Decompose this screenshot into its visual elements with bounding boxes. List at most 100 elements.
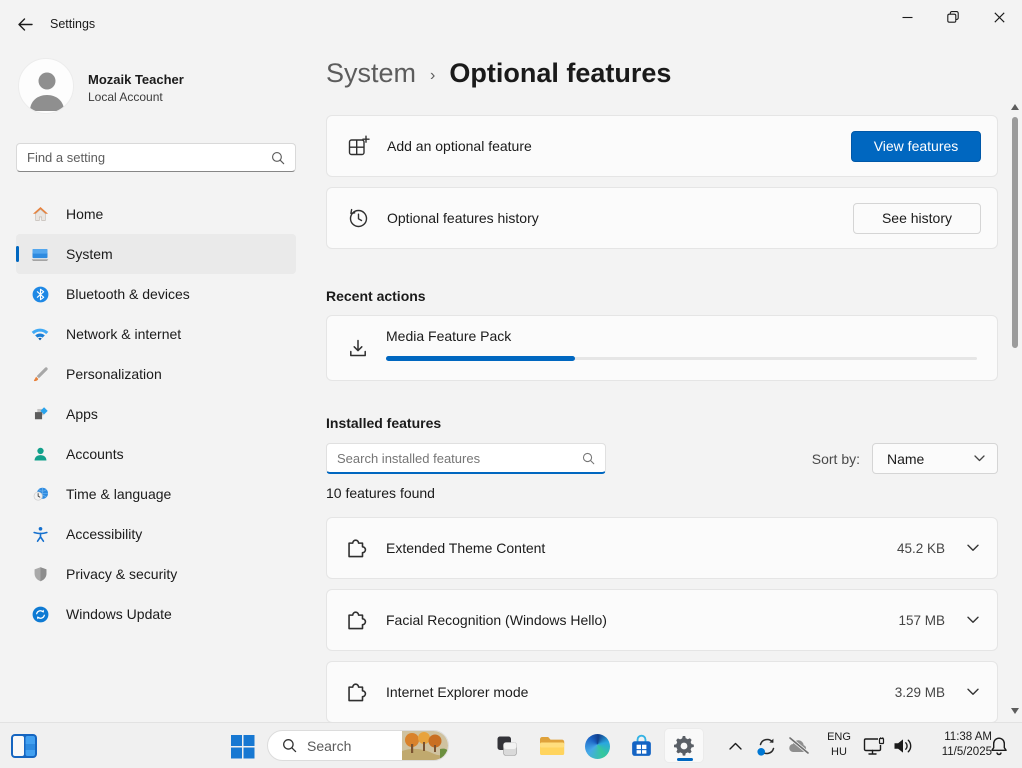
- download-icon: [346, 337, 370, 361]
- minimize-icon: [902, 12, 913, 23]
- personalization-icon: [30, 364, 50, 384]
- see-history-button[interactable]: See history: [853, 203, 981, 234]
- history-card: Optional features history See history: [326, 187, 998, 249]
- sidebar-item-accessibility[interactable]: Accessibility: [16, 514, 296, 554]
- scroll-down-arrow[interactable]: [1011, 708, 1019, 714]
- time-language-icon: [30, 484, 50, 504]
- app-title: Settings: [50, 17, 95, 31]
- file-explorer-icon: [539, 735, 565, 757]
- scrollbar-thumb[interactable]: [1012, 117, 1018, 348]
- widgets-button[interactable]: [9, 732, 39, 760]
- store-button[interactable]: [628, 733, 654, 759]
- update-status-button[interactable]: [755, 734, 779, 758]
- sidebar-item-accounts[interactable]: Accounts: [16, 434, 296, 474]
- back-button[interactable]: [10, 10, 40, 38]
- file-explorer-button[interactable]: [539, 733, 565, 759]
- view-features-button[interactable]: View features: [851, 131, 981, 162]
- tray-time: 11:38 AM: [918, 730, 992, 745]
- person-icon: [19, 59, 74, 114]
- network-display-icon: [863, 736, 887, 756]
- windows-update-icon: [30, 604, 50, 624]
- avatar[interactable]: [18, 58, 74, 114]
- back-arrow-icon: [17, 17, 34, 32]
- edge-button[interactable]: [584, 733, 610, 759]
- chevron-down-icon[interactable]: [967, 544, 979, 552]
- feature-name: Extended Theme Content: [386, 540, 545, 556]
- sidebar-item-windows-update[interactable]: Windows Update: [16, 594, 296, 634]
- sidebar-item-bluetooth[interactable]: Bluetooth & devices: [16, 274, 296, 314]
- sidebar-item-label: Apps: [66, 406, 98, 422]
- edge-icon: [585, 734, 610, 759]
- task-view-button[interactable]: [494, 733, 520, 759]
- network-tray-button[interactable]: [862, 735, 888, 757]
- notifications-button[interactable]: [988, 735, 1010, 757]
- feature-size: 3.29 MB: [895, 685, 945, 700]
- sort-dropdown[interactable]: Name: [872, 443, 998, 474]
- apps-icon: [30, 404, 50, 424]
- sidebar-item-label: Accounts: [66, 446, 124, 462]
- feature-name: Facial Recognition (Windows Hello): [386, 612, 607, 628]
- chevron-down-icon[interactable]: [967, 616, 979, 624]
- feature-row[interactable]: Extended Theme Content 45.2 KB: [326, 517, 998, 579]
- taskbar-search[interactable]: Search: [267, 730, 449, 761]
- sidebar-item-personalization[interactable]: Personalization: [16, 354, 296, 394]
- maximize-button[interactable]: [930, 0, 976, 34]
- chevron-down-icon[interactable]: [967, 688, 979, 696]
- user-name: Mozaik Teacher: [88, 72, 184, 87]
- puzzle-icon: [346, 537, 368, 559]
- restore-icon: [947, 11, 959, 23]
- sidebar-item-label: Windows Update: [66, 606, 172, 622]
- volume-tray-button[interactable]: [891, 735, 915, 757]
- breadcrumb-system[interactable]: System: [326, 58, 416, 89]
- accounts-icon: [30, 444, 50, 464]
- titlebar: Settings: [0, 0, 1022, 48]
- chevron-right-icon: ›: [430, 67, 435, 85]
- sort-by-label: Sort by:: [812, 451, 860, 467]
- vertical-scrollbar[interactable]: [1008, 100, 1020, 718]
- sidebar-item-label: Accessibility: [66, 526, 142, 542]
- feature-row[interactable]: Internet Explorer mode 3.29 MB: [326, 661, 998, 722]
- chevron-down-icon: [974, 455, 985, 462]
- recent-actions-heading: Recent actions: [326, 288, 426, 304]
- language-secondary: HU: [822, 745, 856, 760]
- features-count: 10 features found: [326, 485, 435, 501]
- breadcrumb: System › Optional features: [326, 58, 671, 89]
- minimize-button[interactable]: [884, 0, 930, 34]
- sidebar-item-privacy[interactable]: Privacy & security: [16, 554, 296, 594]
- sync-arrows-icon: [756, 736, 778, 757]
- search-installed-placeholder: Search installed features: [337, 451, 582, 466]
- tray-overflow-button[interactable]: [725, 737, 745, 755]
- scroll-up-arrow[interactable]: [1011, 104, 1019, 110]
- gear-icon: [672, 734, 696, 758]
- page-title: Optional features: [449, 58, 671, 89]
- sidebar-item-home[interactable]: Home: [16, 194, 296, 234]
- sidebar-item-system[interactable]: System: [16, 234, 296, 274]
- network-icon: [30, 324, 50, 344]
- task-view-icon: [495, 734, 519, 758]
- tray-date: 11/5/2025: [918, 745, 992, 760]
- feature-size: 157 MB: [898, 613, 945, 628]
- puzzle-icon: [346, 681, 368, 703]
- search-installed-input[interactable]: Search installed features: [326, 443, 606, 474]
- start-button[interactable]: [228, 732, 256, 760]
- windows-logo-icon: [230, 734, 255, 759]
- onedrive-status-button[interactable]: [786, 736, 812, 756]
- settings-app-button[interactable]: [664, 728, 704, 763]
- sidebar-item-network[interactable]: Network & internet: [16, 314, 296, 354]
- close-button[interactable]: [976, 0, 1022, 34]
- cloud-slash-icon: [787, 737, 811, 755]
- history-label: Optional features history: [387, 210, 539, 226]
- sidebar-item-time-language[interactable]: Time & language: [16, 474, 296, 514]
- find-setting-input[interactable]: Find a setting: [16, 143, 296, 172]
- clock[interactable]: 11:38 AM 11/5/2025: [918, 730, 992, 762]
- search-icon: [271, 151, 285, 165]
- close-icon: [994, 12, 1005, 23]
- sidebar-item-label: Privacy & security: [66, 566, 177, 582]
- sidebar-item-apps[interactable]: Apps: [16, 394, 296, 434]
- speaker-icon: [893, 737, 914, 755]
- sidebar: Mozaik Teacher Local Account Find a sett…: [0, 48, 312, 722]
- language-indicator[interactable]: ENG HU: [822, 730, 856, 762]
- feature-row[interactable]: Facial Recognition (Windows Hello) 157 M…: [326, 589, 998, 651]
- feature-name: Internet Explorer mode: [386, 684, 528, 700]
- bluetooth-icon: [30, 284, 50, 304]
